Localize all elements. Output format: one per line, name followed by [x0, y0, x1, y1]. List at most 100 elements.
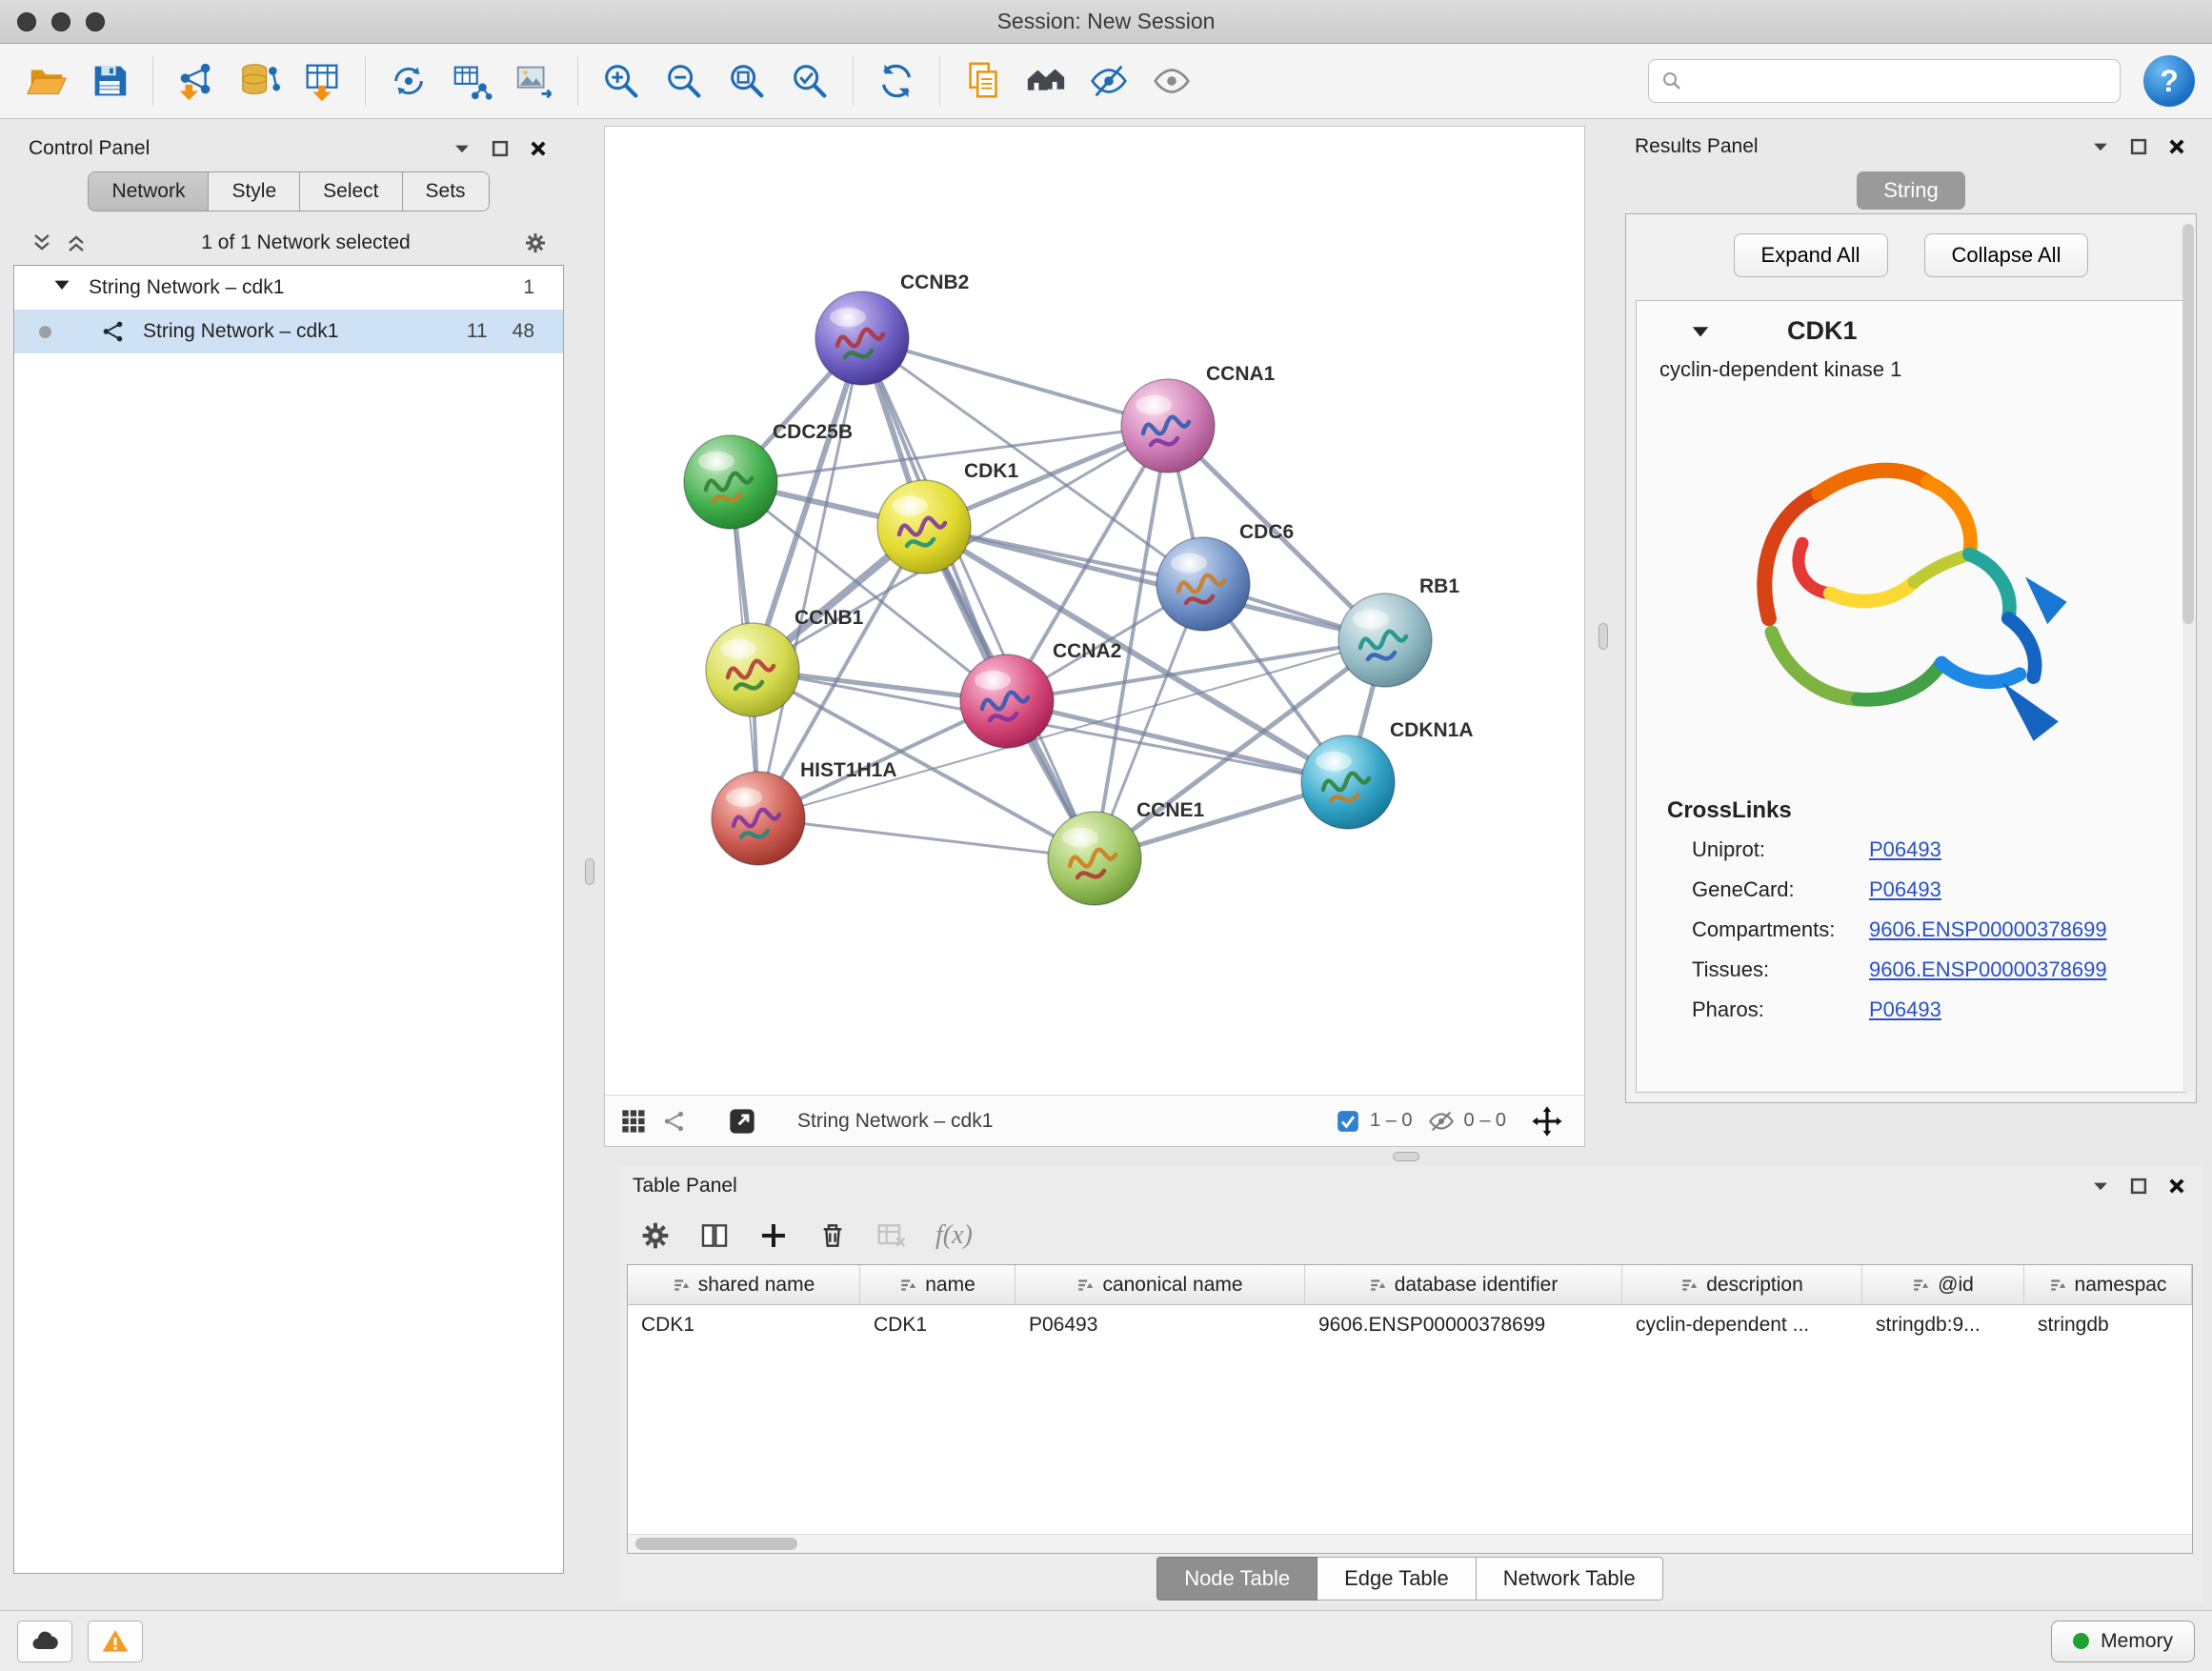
cell-id[interactable]: stringdb:9... [1862, 1305, 2024, 1345]
table-row[interactable]: CDK1 CDK1 P06493 9606.ENSP00000378699 cy… [628, 1305, 2192, 1345]
search-input[interactable] [1693, 70, 2108, 92]
save-session-button[interactable] [80, 51, 139, 111]
show-columns-icon[interactable] [699, 1220, 730, 1251]
export-image-button[interactable] [505, 51, 564, 111]
tab-network-table[interactable]: Network Table [1477, 1557, 1663, 1601]
network-node-ccna1[interactable]: CCNA1 [1121, 363, 1276, 473]
panel-menu-chevron-icon[interactable] [2090, 136, 2111, 157]
collapse-all-button[interactable]: Collapse All [1924, 233, 2089, 277]
column-header[interactable]: canonical name [1016, 1265, 1305, 1304]
import-table-from-file-button[interactable] [292, 51, 352, 111]
minimize-window-button[interactable] [51, 12, 70, 31]
cell-name[interactable]: CDK1 [860, 1305, 1016, 1345]
annotation-visibility-button[interactable] [1079, 51, 1138, 111]
gene-collapse-icon[interactable] [1690, 321, 1711, 342]
open-session-button[interactable] [17, 51, 76, 111]
zoom-fit-button[interactable] [717, 51, 776, 111]
uniprot-link[interactable]: P06493 [1869, 837, 1941, 862]
tab-sets[interactable]: Sets [403, 172, 489, 211]
scrollbar-thumb[interactable] [635, 1538, 797, 1550]
search-box[interactable] [1648, 59, 2121, 103]
tree-expand-icon[interactable] [52, 275, 71, 300]
tab-edge-table[interactable]: Edge Table [1317, 1557, 1477, 1601]
cell-namespace[interactable]: stringdb [2024, 1305, 2192, 1345]
refresh-view-button[interactable] [867, 51, 926, 111]
column-header[interactable]: description [1622, 1265, 1862, 1304]
collapse-all-icon[interactable] [30, 232, 53, 254]
compartments-link[interactable]: 9606.ENSP00000378699 [1869, 917, 2107, 942]
network-node-hist1h1a[interactable]: HIST1H1A [712, 759, 897, 865]
home-button[interactable] [1016, 51, 1076, 111]
zoom-out-button[interactable] [654, 51, 714, 111]
close-window-button[interactable] [17, 12, 36, 31]
column-header[interactable]: @id [1862, 1265, 2024, 1304]
panel-menu-chevron-icon[interactable] [452, 138, 473, 159]
table-settings-gear-icon[interactable] [640, 1220, 671, 1251]
panel-float-icon[interactable] [2128, 136, 2149, 157]
horizontal-splitter-handle[interactable] [1393, 1152, 1419, 1161]
panel-menu-chevron-icon[interactable] [2090, 1176, 2111, 1197]
network-row-selected[interactable]: String Network – cdk1 11 48 [14, 310, 563, 353]
tab-select[interactable]: Select [300, 172, 402, 211]
column-header[interactable]: shared name [628, 1265, 860, 1304]
expand-all-button[interactable]: Expand All [1734, 233, 1888, 277]
tab-node-table[interactable]: Node Table [1156, 1557, 1317, 1601]
pharos-link[interactable]: P06493 [1869, 997, 1941, 1022]
network-node-cdk1[interactable]: CDK1 [877, 460, 1018, 574]
network-edge[interactable] [862, 338, 1095, 858]
tab-string[interactable]: String [1857, 171, 1964, 210]
pan-crosshair-icon[interactable] [1531, 1105, 1563, 1137]
network-edge[interactable] [758, 818, 1095, 858]
panel-close-icon[interactable] [528, 138, 549, 159]
zoom-in-button[interactable] [592, 51, 651, 111]
column-header[interactable]: name [860, 1265, 1016, 1304]
vertical-splitter-handle[interactable] [585, 858, 594, 885]
network-canvas[interactable]: CCNB2CCNA1CDC25BCDK1CDC6RB1CCNB1CCNA2CDK… [605, 127, 1584, 1095]
function-builder-icon[interactable]: f(x) [935, 1220, 973, 1251]
network-edge[interactable] [758, 338, 862, 818]
add-column-icon[interactable] [758, 1220, 789, 1251]
network-collection-row[interactable]: String Network – cdk1 1 [14, 266, 563, 310]
panel-close-icon[interactable] [2166, 1176, 2187, 1197]
copy-document-button[interactable] [954, 51, 1013, 111]
network-edge[interactable] [862, 338, 1168, 426]
cell-canonical-name[interactable]: P06493 [1016, 1305, 1305, 1345]
network-share-icon[interactable] [662, 1109, 687, 1134]
cell-shared-name[interactable]: CDK1 [628, 1305, 860, 1345]
panel-float-icon[interactable] [2128, 1176, 2149, 1197]
import-network-from-file-button[interactable] [167, 51, 226, 111]
warnings-button[interactable] [88, 1621, 143, 1662]
tab-style[interactable]: Style [209, 172, 300, 211]
cell-database-identifier[interactable]: 9606.ENSP00000378699 [1305, 1305, 1622, 1345]
memory-button[interactable]: Memory [2051, 1621, 2195, 1662]
column-header[interactable]: database identifier [1305, 1265, 1622, 1304]
show-graphics-button[interactable] [1142, 51, 1201, 111]
cell-description[interactable]: cyclin-dependent ... [1622, 1305, 1862, 1345]
panel-float-icon[interactable] [490, 138, 511, 159]
genecard-link[interactable]: P06493 [1869, 877, 1941, 902]
help-button[interactable]: ? [2143, 55, 2195, 107]
cloud-status-button[interactable] [17, 1621, 72, 1662]
network-options-gear-icon[interactable] [524, 232, 547, 254]
hidden-eye-icon[interactable] [1428, 1108, 1455, 1135]
zoom-window-button[interactable] [86, 12, 105, 31]
vertical-splitter-handle[interactable] [1599, 623, 1608, 650]
network-node-rb1[interactable]: RB1 [1338, 575, 1459, 687]
export-network-icon[interactable] [727, 1106, 757, 1137]
tab-network[interactable]: Network [89, 172, 209, 211]
column-header[interactable]: namespac [2024, 1265, 2192, 1304]
delete-column-icon[interactable] [817, 1220, 848, 1251]
network-node-cdkn1a[interactable]: CDKN1A [1301, 719, 1474, 829]
zoom-selected-button[interactable] [780, 51, 839, 111]
network-tools-button[interactable] [379, 51, 438, 111]
tissues-link[interactable]: 9606.ENSP00000378699 [1869, 957, 2107, 982]
table-horizontal-scrollbar[interactable] [628, 1534, 2192, 1553]
new-network-from-table-button[interactable] [442, 51, 501, 111]
network-node-ccnb1[interactable]: CCNB1 [706, 607, 864, 716]
selected-checkbox-icon[interactable] [1336, 1109, 1360, 1134]
import-network-from-database-button[interactable] [230, 51, 289, 111]
panel-close-icon[interactable] [2166, 136, 2187, 157]
expand-all-icon[interactable] [65, 232, 88, 254]
birdseye-view-icon[interactable] [620, 1108, 647, 1135]
network-edge[interactable] [924, 527, 1385, 640]
